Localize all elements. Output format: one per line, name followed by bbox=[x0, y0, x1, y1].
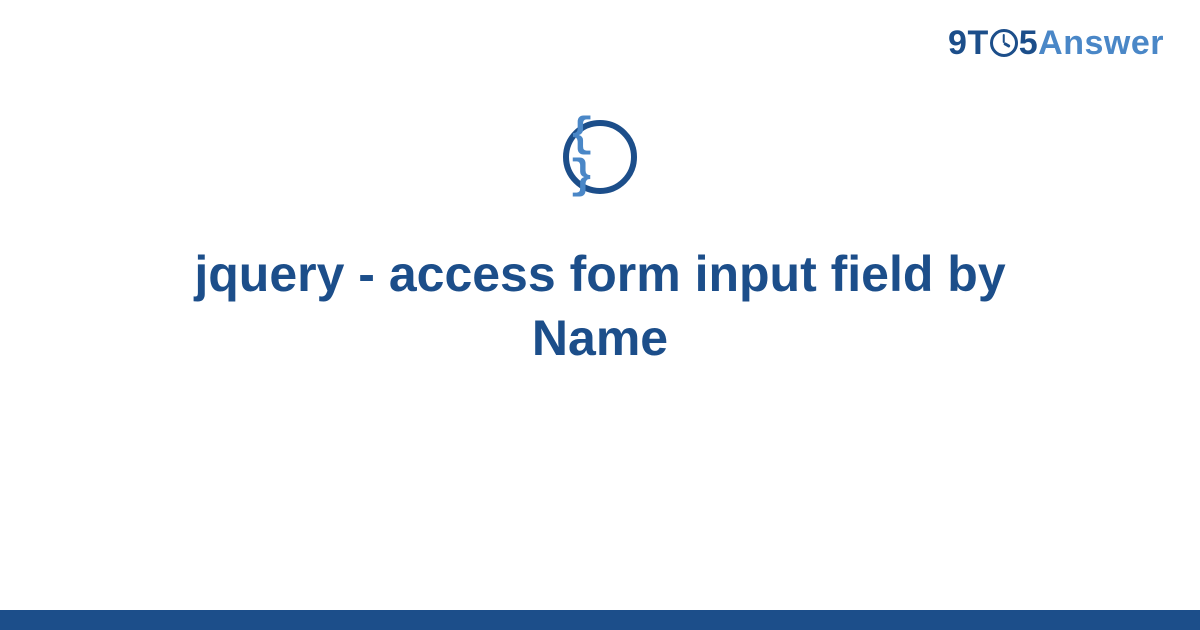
logo-part-nine: 9 bbox=[948, 24, 967, 62]
clock-icon bbox=[990, 29, 1018, 57]
logo-part-t: T bbox=[967, 24, 988, 62]
code-braces-icon: { } bbox=[569, 114, 631, 198]
logo-part-five: 5 bbox=[1019, 24, 1038, 62]
site-logo: 9T5Answer bbox=[948, 24, 1164, 63]
page-title: jquery - access form input field by Name bbox=[80, 242, 1120, 370]
footer-accent-bar bbox=[0, 610, 1200, 630]
hero-section: { } jquery - access form input field by … bbox=[0, 120, 1200, 370]
category-badge: { } bbox=[563, 120, 637, 194]
logo-part-answer: Answer bbox=[1038, 24, 1164, 62]
